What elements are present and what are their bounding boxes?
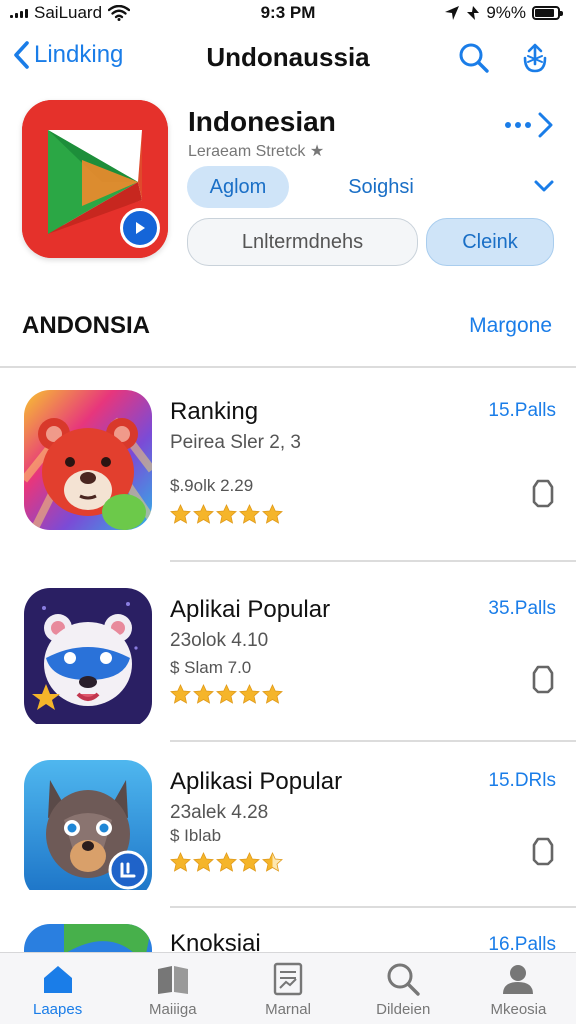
star-icon [239,504,260,524]
tab-label: Laapes [32,1001,83,1018]
clear-button[interactable]: Cleink [426,218,554,266]
primary-action-button[interactable]: Aglom [187,166,289,208]
app-list-item[interactable]: Knoksiai 16.Palls [0,924,576,952]
tab-search[interactable]: Dildeien [346,953,461,1024]
section-divider [0,366,576,368]
more-button[interactable] [502,108,556,142]
app-price: 15.DRls [488,770,556,791]
tab-account[interactable]: Mkeosia [461,953,576,1024]
secondary-action-button[interactable]: Soighsi [330,166,432,208]
row-divider [170,740,576,742]
tab-documents[interactable]: Marnal [230,953,345,1024]
carrier-name: SaiLuard [34,3,103,22]
star-icon [216,504,237,524]
section-title: ANDONSIA [22,312,151,339]
star-icon [193,684,214,704]
star-rating [170,504,283,525]
app-name: Aplikai Popular [170,596,331,623]
blue-app-icon [24,924,152,952]
red-bear-icon [24,390,152,530]
expand-button[interactable] [530,174,558,198]
battery-percent: 9%% [486,3,526,22]
alarm-icon [467,6,480,20]
chevron-left-icon [14,41,29,69]
share-button[interactable] [517,40,553,76]
clear-button-label: Cleink [462,230,518,253]
status-right: 9%% [444,3,563,23]
status-left: SaiLuard [10,3,131,23]
chevron-down-icon [534,180,554,192]
app-subtitle: 23alek 4.28 [170,802,269,823]
tab-label: Marnal [265,1001,311,1018]
app-subtitle: 23olok 4.10 [170,630,269,651]
app-list-item[interactable]: Aplikai Popular 23olok 4.10 $ Slam 7.0 3… [0,588,576,738]
row-divider [170,906,576,908]
secondary-action-label: Soighsi [348,175,414,198]
star-icon [216,852,237,872]
panda-bear-icon [24,588,152,728]
battery-icon [532,6,563,20]
see-more-link[interactable]: Margone [469,314,552,338]
person-icon [503,965,534,994]
back-label: Lindking [34,41,124,68]
download-button-icon[interactable] [532,836,554,866]
star-icon [239,852,260,872]
star-icon [239,684,260,704]
app-name: Ranking [170,398,259,425]
tab-label: Maiiiga [149,1001,197,1018]
star-icon [170,852,191,872]
hero-app-name: Indonesian [188,106,336,137]
home-icon [43,966,72,993]
tab-label: Dildeien [376,1001,431,1018]
app-price: 16.Palls [488,934,556,952]
star-icon [216,684,237,704]
search-icon [459,43,489,73]
tab-library[interactable]: Maiiiga [115,953,230,1024]
signal-icon [10,8,28,18]
star-icon [262,504,283,524]
share-icon [523,43,547,73]
search-icon [387,963,420,996]
star-rating [170,852,283,873]
download-button-icon[interactable] [532,478,554,508]
app-subtitle: Peirea Sler 2, 3 [170,432,301,453]
hero-app-subtitle: Leraeam Stretck ★ [188,143,325,160]
primary-action-label: Aglom [209,175,267,198]
status-bar: SaiLuard 9:3 PM 9%% [0,0,576,26]
book-icon [157,966,188,994]
app-name: Knoksiai [170,930,261,952]
star-icon [262,684,283,704]
play-badge-icon [120,208,160,248]
document-icon [273,962,303,996]
star-icon [170,504,191,524]
tab-label: Mkeosia [490,1001,547,1018]
app-price: 35.Palls [488,598,556,619]
star-icon [193,504,214,524]
app-price: 15.Palls [488,400,556,421]
search-field[interactable]: Lnltermdnehs [187,218,418,266]
star-rating [170,684,283,705]
nav-bar: Lindking Undonaussia [0,30,576,84]
tab-bar: Laapes Maiiiga Marnal Dildeien Mkeosia [0,952,576,1024]
app-list-item[interactable]: Aplikasi Popular 23alek 4.28 $ Iblab 15.… [0,760,576,910]
app-meta: $ Slam 7.0 [170,658,252,677]
location-arrow-icon [445,6,460,20]
more-dots-icon [505,112,553,138]
star-icon [193,852,214,872]
app-list-item[interactable]: Ranking Peirea Sler 2, 3 $.9olk 2.29 15.… [0,390,576,540]
tab-home[interactable]: Laapes [0,953,115,1024]
app-meta: $.9olk 2.29 [170,476,254,495]
wifi-icon [108,5,131,21]
search-button[interactable] [456,40,492,76]
download-button-icon[interactable] [532,664,554,694]
search-field-placeholder: Lnltermdnehs [241,230,364,253]
app-name: Aplikasi Popular [170,768,343,795]
star-icon [262,852,283,872]
star-icon [170,684,191,704]
app-meta: $ Iblab [170,826,222,845]
wolf-icon [24,760,152,900]
row-divider [170,560,576,562]
back-button[interactable]: Lindking [12,40,123,70]
